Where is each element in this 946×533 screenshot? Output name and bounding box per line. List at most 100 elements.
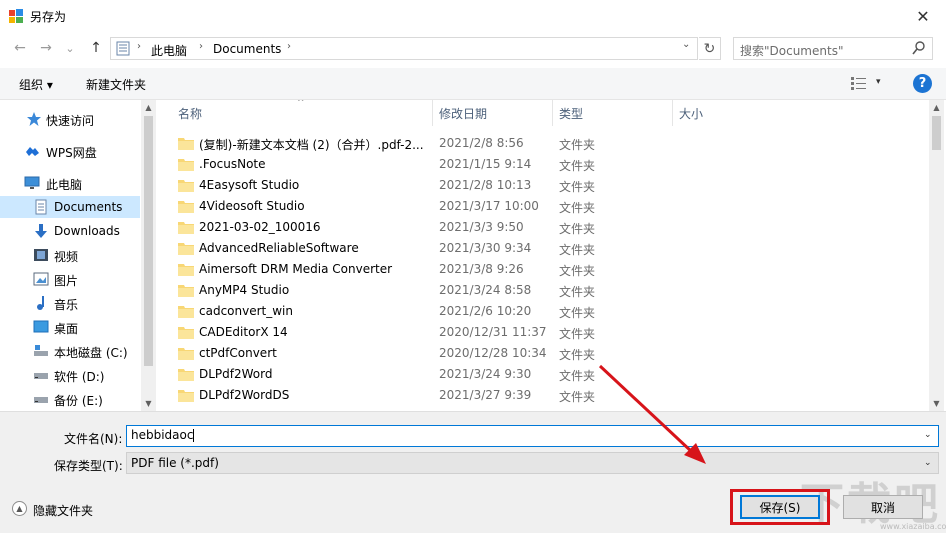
address-bar[interactable]: › 此电脑 › Documents › <box>110 37 698 60</box>
document-location-icon <box>116 41 130 56</box>
column-divider[interactable] <box>552 100 553 126</box>
sidebar-item-wps-cloud[interactable]: WPS网盘 <box>0 140 140 162</box>
column-divider[interactable] <box>432 100 433 126</box>
file-name: .FocusNote <box>199 157 266 171</box>
sidebar-item-label: 音乐 <box>54 298 79 312</box>
file-list: ^ 名称 修改日期 类型 大小 (复制)-新建文本文档 (2)（合并）.pdf-… <box>157 100 929 411</box>
filetype-select[interactable]: PDF file (*.pdf) <box>126 452 939 474</box>
file-row[interactable]: cadconvert_win 2021/2/6 10:20 文件夹 <box>157 301 717 322</box>
column-header-type[interactable]: 类型 <box>559 105 583 122</box>
file-date: 2021/3/3 9:50 <box>439 220 524 234</box>
refresh-button[interactable]: ↻ <box>699 37 721 60</box>
file-row[interactable]: 4Easysoft Studio 2021/2/8 10:13 文件夹 <box>157 175 717 196</box>
file-row[interactable]: ctPdfConvert 2020/12/28 10:34 文件夹 <box>157 343 717 364</box>
back-button[interactable]: ← <box>10 39 30 57</box>
filetype-dropdown-icon[interactable]: ⌄ <box>924 458 932 468</box>
sidebar-item-documents[interactable]: Documents <box>0 196 140 218</box>
file-name: 2021-03-02_100016 <box>199 220 321 234</box>
sidebar-item-pictures[interactable]: 图片 <box>0 268 140 290</box>
column-header-date[interactable]: 修改日期 <box>439 105 487 122</box>
forward-button[interactable]: → <box>36 39 56 57</box>
file-row[interactable]: AnyMP4 Studio 2021/3/24 8:58 文件夹 <box>157 280 717 301</box>
sidebar-item-music[interactable]: 音乐 <box>0 292 140 314</box>
file-name: Aimersoft DRM Media Converter <box>199 262 393 276</box>
chevron-down-icon: ⌄ <box>65 41 75 55</box>
filename-input[interactable]: hebbidaoc <box>126 425 939 447</box>
address-dropdown-icon[interactable]: ⌄ <box>682 39 690 50</box>
file-type: 文件夹 <box>559 306 596 320</box>
file-row[interactable]: .FocusNote 2021/1/15 9:14 文件夹 <box>157 154 717 175</box>
up-button[interactable]: ↑ <box>86 39 106 57</box>
file-row[interactable]: CADEditorX 14 2020/12/31 11:37 文件夹 <box>157 322 717 343</box>
scrollbar-thumb[interactable] <box>144 116 153 366</box>
file-type: 文件夹 <box>559 201 596 215</box>
file-name: AnyMP4 Studio <box>199 283 290 297</box>
sidebar-item-label: 备份 (E:) <box>54 394 103 408</box>
filetype-value: PDF file (*.pdf) <box>131 456 219 470</box>
sidebar-item-quick-access[interactable]: 快速访问 <box>0 108 140 130</box>
file-type: 文件夹 <box>559 222 596 236</box>
sidebar-item-label: 此电脑 <box>46 178 83 192</box>
sidebar-item-this-pc[interactable]: 此电脑 <box>0 172 140 194</box>
file-row[interactable]: 2021-03-02_100016 2021/3/3 9:50 文件夹 <box>157 217 717 238</box>
file-name: CADEditorX 14 <box>199 325 288 339</box>
view-options-icon[interactable] <box>851 76 867 90</box>
sidebar-item-drive-d[interactable]: 软件 (D:) <box>0 364 140 386</box>
collapse-up-icon: ▲ <box>12 501 27 516</box>
column-header-size[interactable]: 大小 <box>679 105 703 122</box>
scroll-down-icon[interactable]: ▼ <box>141 396 156 411</box>
sort-ascending-icon: ^ <box>297 100 305 108</box>
cancel-button[interactable]: 取消 <box>843 495 923 519</box>
scroll-up-icon[interactable]: ▲ <box>929 100 944 115</box>
sidebar-item-videos[interactable]: 视频 <box>0 244 140 266</box>
filetype-label: 保存类型(T): <box>54 459 123 473</box>
search-input[interactable]: 搜索"Documents" <box>733 37 933 60</box>
drive-icon <box>34 373 48 379</box>
column-header-name[interactable]: 名称 <box>178 105 202 122</box>
computer-icon <box>24 176 40 189</box>
title-bar: 另存为 ✕ <box>0 0 946 32</box>
scrollbar-thumb[interactable] <box>932 116 941 150</box>
view-dropdown-icon[interactable]: ▾ <box>876 77 881 87</box>
column-divider[interactable] <box>672 100 673 126</box>
picture-icon <box>33 272 49 286</box>
sidebar-item-downloads[interactable]: Downloads <box>0 220 140 242</box>
help-button[interactable]: ? <box>913 74 932 93</box>
file-date: 2020/12/31 11:37 <box>439 325 547 339</box>
sidebar-item-label: Documents <box>54 200 123 214</box>
folder-icon <box>178 264 194 276</box>
download-icon <box>35 224 47 238</box>
file-row[interactable]: DLPdf2WordDS 2021/3/27 9:39 文件夹 <box>157 385 717 406</box>
help-icon: ? <box>918 76 927 91</box>
file-row[interactable]: AdvancedReliableSoftware 2021/3/30 9:34 文件… <box>157 238 717 259</box>
file-row[interactable]: (复制)-新建文本文档 (2)（合并）.pdf-2... 2021/2/8 8:5… <box>157 133 717 154</box>
sidebar-item-label: 视频 <box>54 250 79 264</box>
file-row[interactable]: Aimersoft DRM Media Converter 2021/3/8 9:… <box>157 259 717 280</box>
window-title: 另存为 <box>30 10 67 24</box>
file-type: 文件夹 <box>559 327 596 341</box>
breadcrumb-documents[interactable]: Documents <box>213 42 281 56</box>
refresh-icon: ↻ <box>703 40 716 57</box>
sidebar-item-drive-c[interactable]: 本地磁盘 (C:) <box>0 340 140 362</box>
sidebar-item-drive-e[interactable]: 备份 (E:) <box>0 388 140 410</box>
close-button[interactable]: ✕ <box>900 0 946 32</box>
sidebar-item-desktop[interactable]: 桌面 <box>0 316 140 338</box>
file-row[interactable]: 4Videosoft Studio 2021/3/17 10:00 文件夹 <box>157 196 717 217</box>
new-folder-button[interactable]: 新建文件夹 <box>86 76 146 93</box>
filename-dropdown-icon[interactable]: ⌄ <box>924 430 932 440</box>
scroll-up-icon[interactable]: ▲ <box>141 100 156 115</box>
filelist-scrollbar[interactable]: ▲ ▼ <box>929 100 944 411</box>
file-type: 文件夹 <box>559 369 596 383</box>
breadcrumb-this-pc[interactable]: 此电脑 <box>151 42 187 59</box>
scroll-down-icon[interactable]: ▼ <box>929 396 944 411</box>
file-type: 文件夹 <box>559 264 596 278</box>
recent-locations-button[interactable]: ⌄ <box>60 39 80 57</box>
file-type: 文件夹 <box>559 285 596 299</box>
file-date: 2021/3/27 9:39 <box>439 388 532 402</box>
organize-button[interactable]: 组织 ▾ <box>19 76 53 93</box>
file-row[interactable]: DLPdf2Word 2021/3/24 9:30 文件夹 <box>157 364 717 385</box>
folder-icon <box>178 180 194 192</box>
file-type: 文件夹 <box>559 390 596 404</box>
file-name: DLPdf2WordDS <box>199 388 290 402</box>
sidebar-scrollbar[interactable]: ▲ ▼ <box>141 100 156 411</box>
